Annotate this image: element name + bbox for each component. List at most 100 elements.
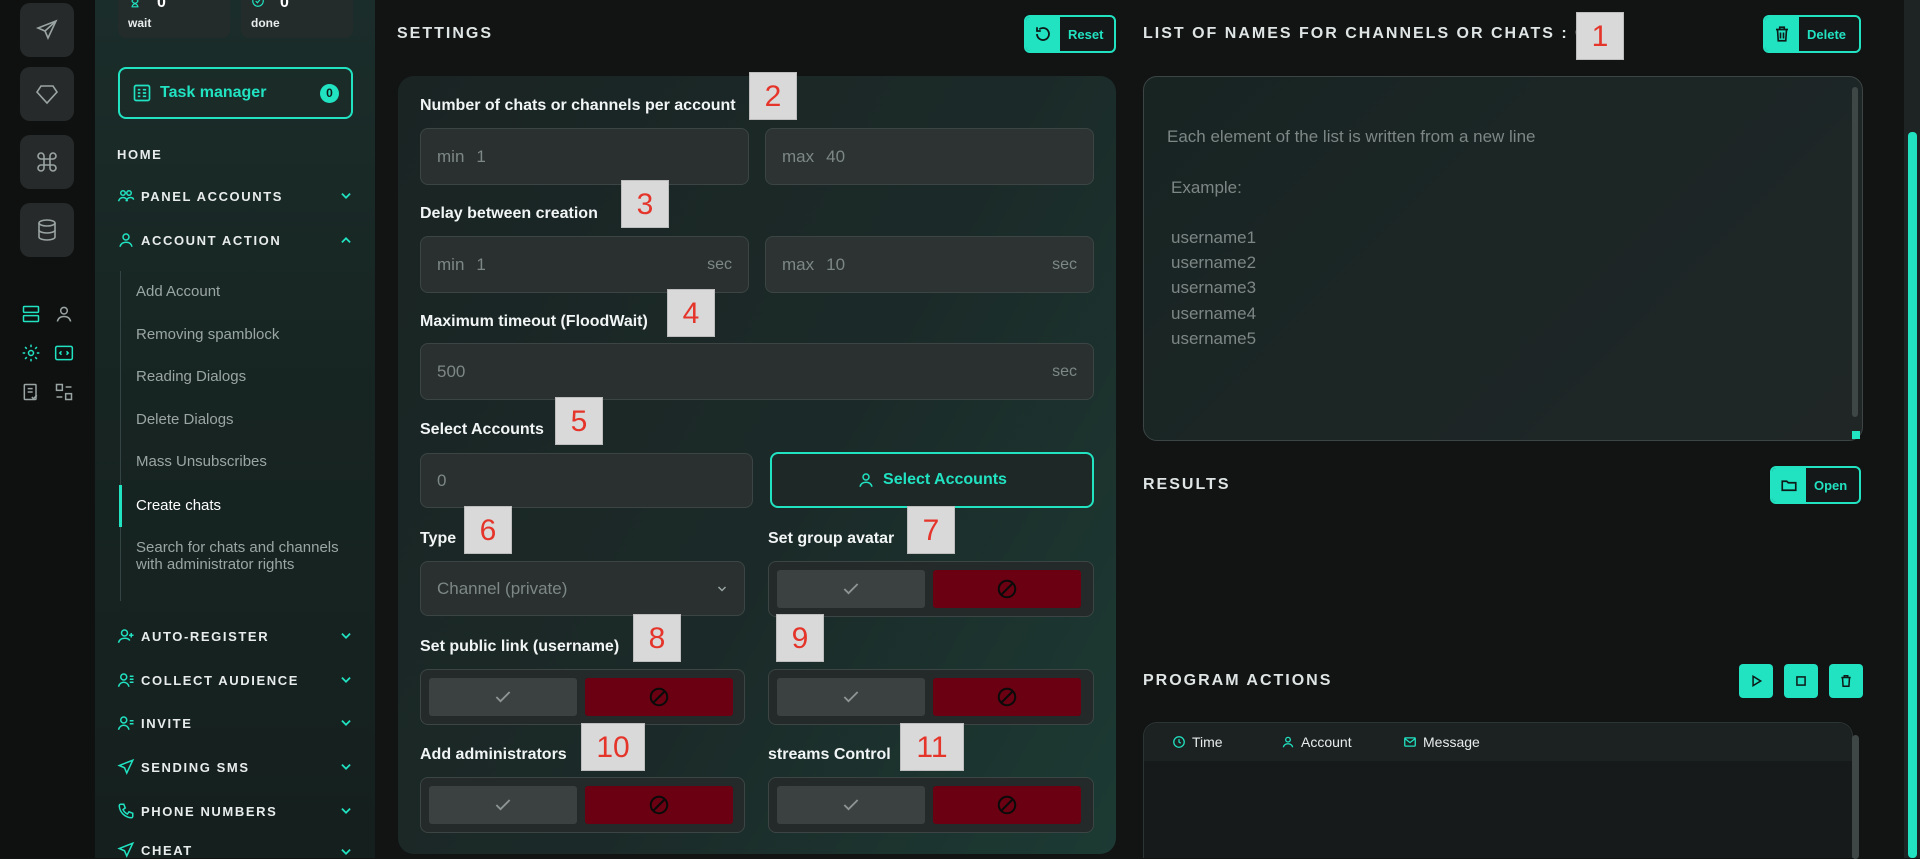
task-manager-button[interactable]: Task manager 0 bbox=[118, 67, 353, 119]
users-icon bbox=[117, 190, 135, 202]
min-prefix: min bbox=[437, 254, 465, 274]
trash-icon bbox=[1765, 17, 1799, 51]
names-list-textarea[interactable]: Each element of the list is written from… bbox=[1143, 76, 1863, 441]
user-invite-icon bbox=[117, 716, 134, 730]
nav-account-action[interactable]: ACCOUNT ACTION bbox=[117, 230, 357, 250]
user-icon bbox=[1282, 736, 1294, 748]
sub-add-account[interactable]: Add Account bbox=[136, 283, 220, 300]
cheat-icon bbox=[117, 842, 135, 858]
placeholder-line: username4 bbox=[1171, 304, 1257, 323]
streams-no-button[interactable] bbox=[933, 786, 1081, 824]
checklist-icon[interactable] bbox=[20, 381, 42, 403]
transfer-icon[interactable] bbox=[53, 381, 75, 403]
chats-max-field[interactable]: max 40 bbox=[765, 128, 1094, 185]
sub-create-chats[interactable]: Create chats bbox=[136, 497, 221, 514]
annotation-marker-6: 6 bbox=[464, 506, 512, 554]
stat-done-count: 0 bbox=[280, 0, 289, 11]
command-icon[interactable] bbox=[20, 135, 74, 189]
column-time[interactable]: Time bbox=[1172, 734, 1223, 750]
chevron-down-icon bbox=[341, 764, 351, 770]
chats-max-value: 40 bbox=[826, 146, 846, 166]
database-icon[interactable] bbox=[20, 203, 74, 257]
nav-collect-audience[interactable]: COLLECT AUDIENCE bbox=[117, 670, 357, 690]
submenu-guide bbox=[120, 271, 121, 601]
sub-removing-spamblock[interactable]: Removing spamblock bbox=[136, 326, 279, 343]
delay-max-field[interactable]: max 10 sec bbox=[765, 236, 1094, 293]
selected-accounts-count-field: 0 bbox=[420, 453, 753, 508]
selected-accounts-count: 0 bbox=[437, 470, 447, 490]
select-accounts-label: Select Accounts bbox=[420, 421, 544, 438]
hourglass-icon bbox=[131, 0, 139, 8]
check-icon bbox=[843, 799, 859, 811]
streams-toggle bbox=[768, 777, 1094, 833]
table-scrollbar[interactable] bbox=[1852, 735, 1859, 859]
group-avatar-no-button[interactable] bbox=[933, 570, 1081, 608]
group-avatar-label: Set group avatar bbox=[768, 530, 895, 547]
open-results-button[interactable]: Open bbox=[1770, 466, 1861, 504]
delete-list-button[interactable]: Delete bbox=[1763, 15, 1861, 53]
user-plus-icon bbox=[117, 629, 134, 643]
results-title: RESULTS bbox=[1143, 476, 1231, 493]
type-select[interactable]: Channel (private) bbox=[420, 561, 745, 616]
public-link-no-button[interactable] bbox=[585, 678, 733, 716]
sub-reading-dialogs[interactable]: Reading Dialogs bbox=[136, 368, 246, 385]
sub-mass-unsubscribes[interactable]: Mass Unsubscribes bbox=[136, 453, 267, 470]
play-icon[interactable] bbox=[1739, 664, 1773, 698]
gear-icon[interactable] bbox=[20, 342, 42, 364]
placeholder-line: username3 bbox=[1171, 278, 1257, 297]
timeout-field[interactable]: 500 sec bbox=[420, 343, 1094, 400]
trash-icon[interactable] bbox=[1829, 664, 1863, 698]
annotation-marker-9: 9 bbox=[776, 614, 824, 662]
textarea-scrollbar[interactable] bbox=[1852, 87, 1858, 417]
block-icon bbox=[997, 579, 1017, 599]
placeholder-line: username2 bbox=[1171, 253, 1257, 272]
sub-delete-dialogs[interactable]: Delete Dialogs bbox=[136, 411, 234, 428]
chats-min-field[interactable]: min 1 bbox=[420, 128, 749, 185]
sec-unit: sec bbox=[707, 255, 732, 273]
nav-home[interactable]: HOME bbox=[117, 147, 162, 162]
chevron-up-icon bbox=[341, 237, 351, 243]
add-admins-yes-button[interactable] bbox=[429, 786, 577, 824]
server-list-icon[interactable] bbox=[20, 303, 42, 325]
nav-cheat[interactable]: CHEAT bbox=[117, 842, 357, 858]
chevron-down-icon bbox=[341, 633, 351, 639]
select-accounts-button[interactable]: Select Accounts bbox=[770, 452, 1094, 508]
chats-per-account-label: Number of chats or channels per account bbox=[420, 97, 736, 114]
column-message[interactable]: Message bbox=[1403, 734, 1480, 750]
delay-min-field[interactable]: min 1 sec bbox=[420, 236, 749, 293]
placeholder-line: Example: bbox=[1171, 178, 1242, 197]
send-icon[interactable] bbox=[20, 3, 74, 57]
nav-panel-accounts[interactable]: PANEL ACCOUNTS bbox=[117, 186, 357, 206]
placeholder-line: username1 bbox=[1171, 228, 1257, 247]
users-list-icon bbox=[117, 673, 134, 687]
delay-label: Delay between creation bbox=[420, 205, 598, 222]
nav-phone-numbers[interactable]: PHONE NUMBERS bbox=[117, 801, 357, 821]
annotation-marker-5: 5 bbox=[555, 397, 603, 445]
group-avatar-yes-button[interactable] bbox=[777, 570, 925, 608]
unlabeled-no-button[interactable] bbox=[933, 678, 1081, 716]
page-scrollbar-thumb[interactable] bbox=[1908, 132, 1917, 858]
public-link-yes-button[interactable] bbox=[429, 678, 577, 716]
block-icon bbox=[649, 795, 669, 815]
reset-label: Reset bbox=[1068, 26, 1104, 42]
stat-done-label: done bbox=[251, 16, 280, 30]
column-account[interactable]: Account bbox=[1281, 734, 1352, 750]
unlabeled-yes-button[interactable] bbox=[777, 678, 925, 716]
delay-min-value: 1 bbox=[476, 254, 486, 274]
diamond-icon[interactable] bbox=[20, 67, 74, 121]
add-admins-no-button[interactable] bbox=[585, 786, 733, 824]
reset-button[interactable]: Reset bbox=[1024, 15, 1116, 53]
sub-search-admin-chats[interactable]: Search for chats and channels with admin… bbox=[136, 539, 351, 573]
resize-handle-icon[interactable] bbox=[1852, 431, 1860, 439]
user-pin-icon[interactable] bbox=[53, 303, 75, 325]
nav-auto-register[interactable]: AUTO-REGISTER bbox=[117, 626, 357, 646]
stop-icon[interactable] bbox=[1784, 664, 1818, 698]
nav-sending-sms[interactable]: SENDING SMS bbox=[117, 757, 357, 777]
block-icon bbox=[997, 795, 1017, 815]
code-window-icon[interactable] bbox=[53, 342, 75, 364]
refresh-icon bbox=[1026, 17, 1060, 51]
chevron-down-icon bbox=[341, 677, 351, 683]
streams-yes-button[interactable] bbox=[777, 786, 925, 824]
chats-min-value: 1 bbox=[476, 146, 486, 166]
nav-invite[interactable]: INVITE bbox=[117, 713, 357, 733]
